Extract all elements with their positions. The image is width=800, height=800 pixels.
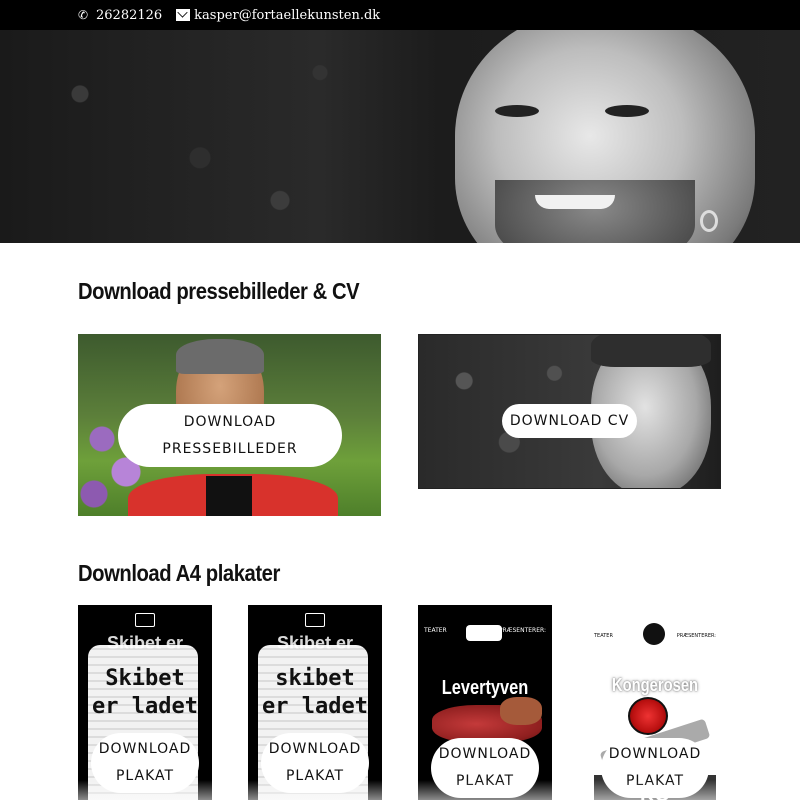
download-poster-line2: PLAKAT — [625, 773, 685, 789]
hero-eye-left — [495, 105, 539, 117]
press-section-title: Download pressebilleder & CV — [78, 278, 360, 304]
top-contact-bar: ✆ 26282126 kasper@fortaellekunsten.dk — [0, 0, 800, 30]
press-photo-shirt — [206, 476, 252, 516]
download-poster-line1: DOWNLOAD — [98, 741, 192, 757]
hero-image — [0, 30, 800, 243]
poster-header-left: TEATER — [424, 627, 447, 634]
download-poster-button[interactable]: DOWNLOAD PLAKAT — [431, 738, 539, 798]
poster-card-kongerosen: TEATER PRÆSENTERER: Kongerosen KO DOWNLO… — [588, 605, 722, 800]
phone-icon: ✆ — [78, 8, 89, 22]
download-press-line2: PRESSEBILLEDER — [162, 440, 298, 457]
poster-header-right: PRÆSENTERER: — [498, 627, 546, 634]
poster-big-title: skibet er ladet — [256, 665, 374, 721]
hero-eye-right — [605, 105, 649, 117]
poster-card-skibet-1: Skibet er Skibet er ladet DOWNLOAD PLAKA… — [78, 605, 212, 800]
poster-logo-icon — [135, 613, 155, 627]
poster-card-skibet-2: Skibet er skibet er ladet DOWNLOAD PLAKA… — [248, 605, 382, 800]
phone-number: 26282126 — [96, 7, 163, 23]
poster-logo-icon — [466, 625, 502, 641]
download-cv-button[interactable]: DOWNLOAD CV — [502, 404, 637, 438]
download-poster-button[interactable]: DOWNLOAD PLAKAT — [261, 733, 369, 793]
poster-logo-icon — [643, 623, 665, 645]
download-press-line1: DOWNLOAD — [183, 413, 277, 430]
hero-smile — [535, 195, 615, 209]
download-poster-line1: DOWNLOAD — [608, 746, 702, 762]
hero-beard — [495, 180, 695, 243]
download-poster-button[interactable]: DOWNLOAD PLAKAT — [91, 733, 199, 793]
download-poster-line2: PLAKAT — [285, 768, 345, 784]
phone-contact[interactable]: ✆ 26282126 — [78, 8, 162, 23]
poster-logo-icon — [305, 613, 325, 627]
download-press-photos-button[interactable]: DOWNLOAD PRESSEBILLEDER — [118, 404, 342, 467]
download-poster-line2: PLAKAT — [115, 768, 175, 784]
poster-title: Kongerosen — [611, 675, 699, 695]
poster-big-title-line2: er ladet — [262, 694, 368, 719]
poster-big-title-line2: er ladet — [92, 694, 198, 719]
download-poster-line1: DOWNLOAD — [438, 746, 532, 762]
poster-card-levertyven: TEATER PRÆSENTERER: Levertyven DOWNLOAD … — [418, 605, 552, 800]
poster-big-title-line1: Skibet — [105, 666, 185, 691]
poster-header-right: PRÆSENTERER: — [676, 633, 716, 639]
poster-big-title-line1: skibet — [275, 666, 355, 691]
download-poster-line2: PLAKAT — [455, 773, 515, 789]
envelope-icon — [176, 9, 191, 21]
email-address: kasper@fortaellekunsten.dk — [194, 7, 381, 23]
download-poster-line1: DOWNLOAD — [268, 741, 362, 757]
poster-glove-art — [500, 697, 542, 725]
rose-icon — [628, 697, 668, 735]
poster-header-left: TEATER — [594, 633, 613, 639]
poster-big-title: Skibet er ladet — [86, 665, 204, 721]
hero-earring — [700, 210, 718, 232]
download-cv-label: DOWNLOAD CV — [509, 412, 630, 429]
download-poster-button[interactable]: DOWNLOAD PLAKAT — [601, 738, 709, 798]
press-photo-hair — [176, 339, 264, 374]
email-contact[interactable]: kasper@fortaellekunsten.dk — [176, 8, 380, 23]
posters-section-title: Download A4 plakater — [78, 560, 280, 586]
cv-photo-hair — [591, 335, 711, 367]
